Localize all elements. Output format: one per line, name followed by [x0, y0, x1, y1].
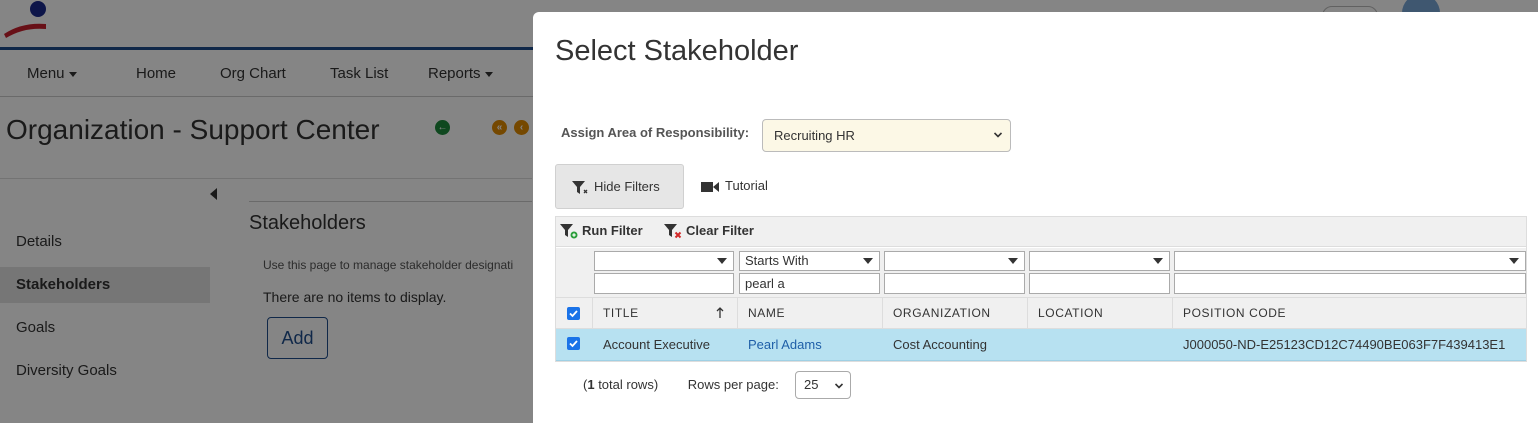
- tutorial-label: Tutorial: [725, 178, 768, 193]
- cell-title: Account Executive: [603, 337, 710, 352]
- chevron-down-icon: [1008, 258, 1018, 264]
- location-filter-operator[interactable]: [1029, 251, 1170, 271]
- organization-filter-operator[interactable]: [884, 251, 1025, 271]
- column-header-name[interactable]: NAME: [737, 298, 882, 329]
- chevron-down-icon: [835, 383, 843, 389]
- table-row[interactable]: Account Executive Pearl Adams Cost Accou…: [556, 329, 1526, 361]
- assign-area-select[interactable]: Recruiting HR: [762, 119, 1011, 152]
- column-header-location[interactable]: LOCATION: [1027, 298, 1172, 329]
- filter-row: Starts With pearl a: [556, 248, 1526, 298]
- rows-per-page-label: Rows per page:: [687, 377, 779, 392]
- organization-filter-input[interactable]: [884, 273, 1025, 294]
- position-code-filter-input[interactable]: [1174, 273, 1526, 294]
- dialog-title: Select Stakeholder: [555, 35, 799, 67]
- clear-filter-button[interactable]: Clear Filter: [664, 223, 754, 239]
- cell-organization: Cost Accounting: [893, 337, 987, 352]
- hide-filters-button[interactable]: Hide Filters: [555, 164, 684, 209]
- grid-toolbar: Run Filter Clear Filter: [556, 217, 1526, 247]
- column-header-organization[interactable]: ORGANIZATION: [882, 298, 1027, 329]
- checkmark-icon: [569, 310, 578, 318]
- title-filter-input[interactable]: [594, 273, 734, 294]
- name-filter-operator[interactable]: Starts With: [739, 251, 880, 271]
- sort-ascending-icon: [716, 307, 724, 318]
- cell-position-code: J000050-ND-E25123CD12C74490BE063F7F43941…: [1183, 337, 1506, 352]
- select-stakeholder-dialog: Select Stakeholder Assign Area of Respon…: [533, 12, 1538, 423]
- chevron-down-icon: [994, 132, 1002, 138]
- run-filter-label: Run Filter: [582, 223, 643, 238]
- chevron-down-icon: [863, 258, 873, 264]
- chevron-down-icon: [1153, 258, 1163, 264]
- assign-area-value: Recruiting HR: [774, 128, 855, 143]
- position-code-filter-operator[interactable]: [1174, 251, 1526, 271]
- location-filter-input[interactable]: [1029, 273, 1170, 294]
- assign-area-label: Assign Area of Responsibility:: [561, 125, 750, 140]
- cell-location: [1028, 329, 1038, 361]
- chevron-down-icon: [717, 258, 727, 264]
- select-all-checkbox[interactable]: [567, 307, 580, 320]
- grid-footer: (1 total rows) Rows per page:: [583, 371, 779, 399]
- checkmark-icon: [569, 340, 578, 348]
- cell-name-link[interactable]: Pearl Adams: [738, 329, 822, 361]
- total-rows: (1 total rows): [583, 377, 659, 392]
- run-filter-icon: [560, 224, 578, 239]
- stakeholder-grid: Run Filter Clear Filter Starts With pear…: [555, 216, 1527, 362]
- column-header-position-code[interactable]: POSITION CODE: [1172, 298, 1526, 329]
- run-filter-button[interactable]: Run Filter: [560, 223, 643, 239]
- video-camera-icon: [701, 181, 719, 192]
- filter-icon: [572, 180, 588, 194]
- row-checkbox[interactable]: [567, 337, 580, 350]
- column-header-title[interactable]: TITLE: [592, 298, 737, 329]
- name-filter-input[interactable]: pearl a: [739, 273, 880, 294]
- grid-header: TITLE NAME ORGANIZATION LOCATION POSITIO…: [556, 298, 1526, 329]
- chevron-down-icon: [1509, 258, 1519, 264]
- tutorial-button[interactable]: Tutorial: [701, 175, 768, 197]
- hide-filters-label: Hide Filters: [594, 179, 660, 194]
- rows-per-page-select[interactable]: 25: [795, 371, 851, 399]
- title-filter-operator[interactable]: [594, 251, 734, 271]
- clear-filter-icon: [664, 224, 682, 239]
- clear-filter-label: Clear Filter: [686, 223, 754, 238]
